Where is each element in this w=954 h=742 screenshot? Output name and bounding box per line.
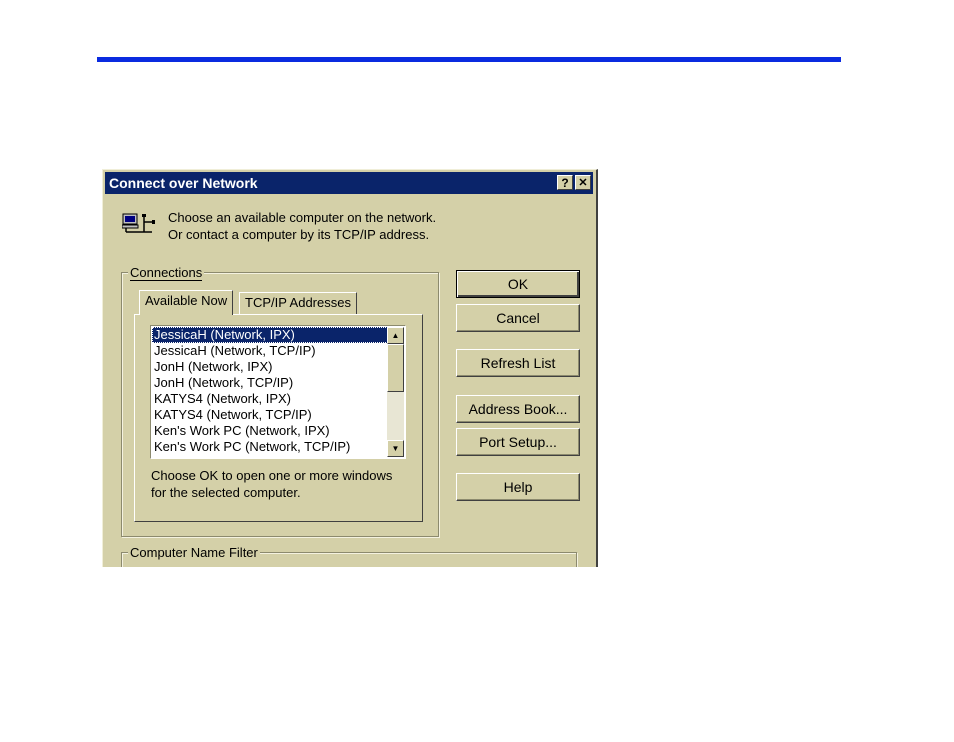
- list-item[interactable]: Ken's Work PC (Network, IPX): [152, 423, 388, 439]
- ok-button[interactable]: OK: [456, 270, 580, 298]
- cancel-button[interactable]: Cancel: [456, 304, 580, 332]
- tab-tcp-ip-addresses[interactable]: TCP/IP Addresses: [239, 292, 357, 314]
- list-item[interactable]: JessicaH (Network, IPX): [152, 327, 388, 343]
- list-item[interactable]: JonH (Network, IPX): [152, 359, 388, 375]
- crop-mask: [0, 567, 954, 742]
- help-button[interactable]: Help: [456, 473, 580, 501]
- close-icon[interactable]: ✕: [575, 175, 591, 190]
- connections-group-label: Connections: [128, 265, 205, 281]
- connections-label-text: Connections: [130, 265, 203, 281]
- dialog-titlebar: Connect over Network ? ✕: [105, 172, 593, 194]
- tab-available-now[interactable]: Available Now: [139, 290, 234, 315]
- list-item[interactable]: KATYS4 (Network, TCP/IP): [152, 407, 388, 423]
- listbox-scrollbar[interactable]: ▲ ▼: [387, 327, 404, 457]
- dialog-title: Connect over Network: [109, 175, 258, 191]
- computer-list: JessicaH (Network, IPX) JessicaH (Network…: [152, 327, 388, 455]
- intro-line-2: Or contact a computer by its TCP/IP addr…: [168, 227, 430, 242]
- refresh-list-label: Refresh List: [480, 355, 556, 371]
- list-item[interactable]: JonH (Network, TCP/IP): [152, 375, 388, 391]
- port-setup-button[interactable]: Port Setup...: [456, 428, 580, 456]
- computer-name-filter-label: Computer Name Filter: [128, 545, 260, 560]
- scroll-down-icon[interactable]: ▼: [387, 440, 404, 457]
- slide-header-rule: [97, 57, 841, 62]
- help-icon[interactable]: ?: [557, 175, 573, 190]
- list-item[interactable]: KATYS4 (Network, IPX): [152, 391, 388, 407]
- network-computer-icon: [122, 213, 155, 233]
- computer-listbox[interactable]: JessicaH (Network, IPX) JessicaH (Network…: [150, 325, 406, 459]
- list-item[interactable]: JessicaH (Network, TCP/IP): [152, 343, 388, 359]
- hint-line-2: for the selected computer.: [151, 485, 301, 500]
- scroll-up-icon[interactable]: ▲: [387, 327, 404, 344]
- tab-available-now-label: Available Now: [145, 293, 228, 308]
- list-item[interactable]: Ken's Work PC (Network, TCP/IP): [152, 439, 388, 455]
- address-book-label: Address Book...: [468, 401, 568, 417]
- refresh-list-button[interactable]: Refresh List: [456, 349, 580, 377]
- intro-line-1: Choose an available computer on the netw…: [168, 210, 437, 225]
- scroll-thumb[interactable]: [387, 344, 404, 392]
- port-setup-label: Port Setup...: [479, 434, 557, 450]
- tab-tcp-ip-addresses-label: TCP/IP Addresses: [245, 295, 351, 310]
- address-book-button[interactable]: Address Book...: [456, 395, 580, 423]
- hint-line-1: Choose OK to open one or more windows: [151, 468, 393, 483]
